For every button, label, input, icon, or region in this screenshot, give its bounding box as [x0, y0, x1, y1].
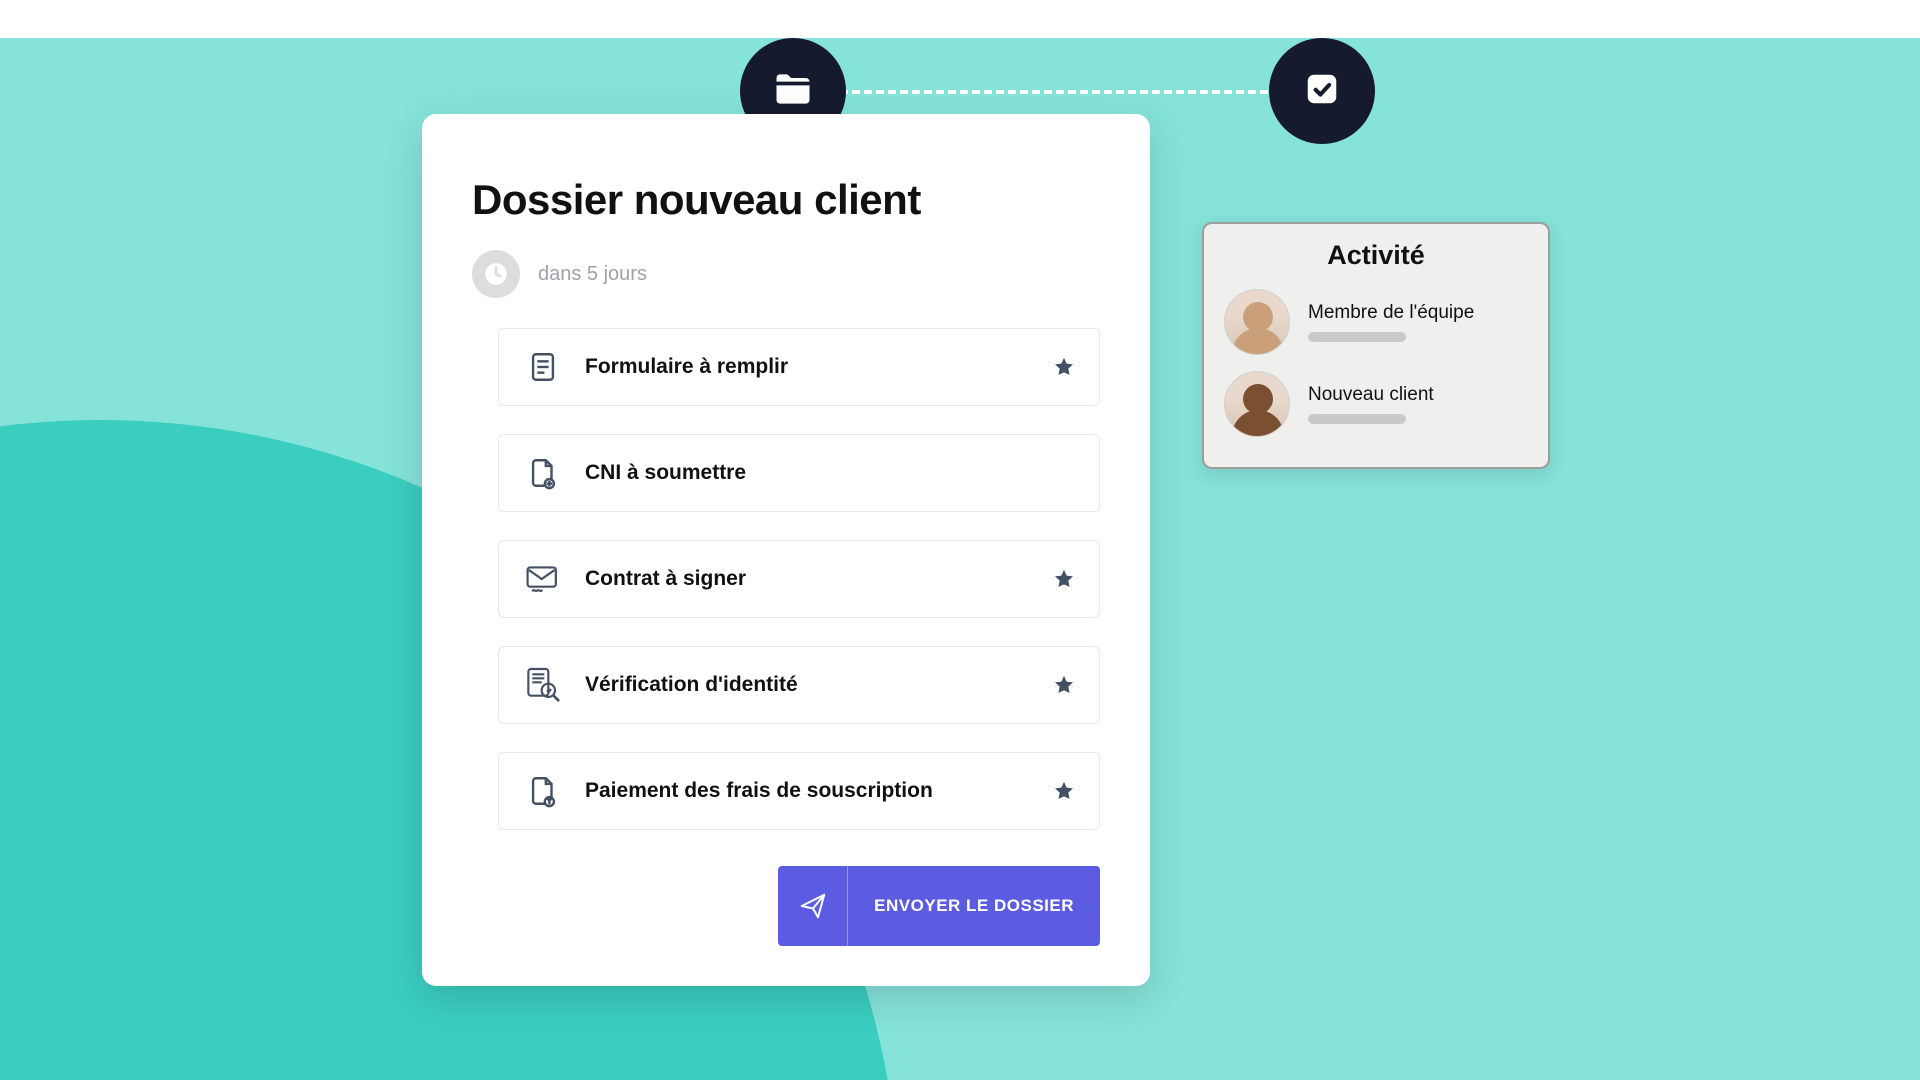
task-list: Formulaire à remplir CNI à soumettre Con… — [472, 328, 1100, 830]
check-square-icon — [1303, 70, 1341, 113]
task-formulaire[interactable]: Formulaire à remplir — [498, 328, 1100, 406]
activity-label: Membre de l'équipe — [1308, 302, 1474, 324]
dossier-card: Dossier nouveau client dans 5 jours Form… — [422, 114, 1150, 986]
star-icon[interactable] — [1053, 356, 1075, 378]
avatar — [1224, 289, 1290, 355]
task-label: Contrat à signer — [585, 567, 1031, 591]
activity-item-client[interactable]: Nouveau client — [1224, 363, 1528, 445]
activity-title: Activité — [1224, 240, 1528, 271]
activity-text: Membre de l'équipe — [1308, 302, 1474, 342]
avatar — [1224, 371, 1290, 437]
file-arrow-up-icon — [523, 771, 563, 811]
task-cni[interactable]: CNI à soumettre — [498, 434, 1100, 512]
clock-icon — [472, 250, 520, 298]
folder-icon — [771, 67, 815, 116]
activity-placeholder-bar — [1308, 414, 1406, 424]
send-dossier-button[interactable]: ENVOYER LE DOSSIER — [778, 866, 1100, 946]
file-text-icon — [523, 347, 563, 387]
task-paiement[interactable]: Paiement des frais de souscription — [498, 752, 1100, 830]
step-connector — [792, 90, 1292, 94]
id-verify-icon — [523, 665, 563, 705]
due-row: dans 5 jours — [472, 250, 1100, 298]
activity-item-team[interactable]: Membre de l'équipe — [1224, 281, 1528, 363]
file-upload-icon — [523, 453, 563, 493]
mail-sign-icon — [523, 559, 563, 599]
activity-label: Nouveau client — [1308, 384, 1434, 406]
card-title: Dossier nouveau client — [472, 176, 1100, 224]
star-icon[interactable] — [1053, 780, 1075, 802]
task-verification[interactable]: Vérification d'identité — [498, 646, 1100, 724]
task-label: Formulaire à remplir — [585, 355, 1031, 379]
send-button-label: ENVOYER LE DOSSIER — [848, 896, 1100, 916]
stage: Dossier nouveau client dans 5 jours Form… — [0, 0, 1920, 1080]
due-label: dans 5 jours — [538, 263, 647, 286]
top-strip — [0, 0, 1920, 38]
task-label: CNI à soumettre — [585, 461, 1075, 485]
send-row: ENVOYER LE DOSSIER — [472, 866, 1100, 946]
task-label: Paiement des frais de souscription — [585, 779, 1031, 803]
activity-panel: Activité Membre de l'équipe Nouveau clie… — [1202, 222, 1550, 469]
task-contrat[interactable]: Contrat à signer — [498, 540, 1100, 618]
step-circle-check — [1269, 38, 1375, 144]
star-icon[interactable] — [1053, 568, 1075, 590]
star-icon[interactable] — [1053, 674, 1075, 696]
paper-plane-icon — [778, 866, 848, 946]
task-label: Vérification d'identité — [585, 673, 1031, 697]
activity-text: Nouveau client — [1308, 384, 1434, 424]
activity-placeholder-bar — [1308, 332, 1406, 342]
